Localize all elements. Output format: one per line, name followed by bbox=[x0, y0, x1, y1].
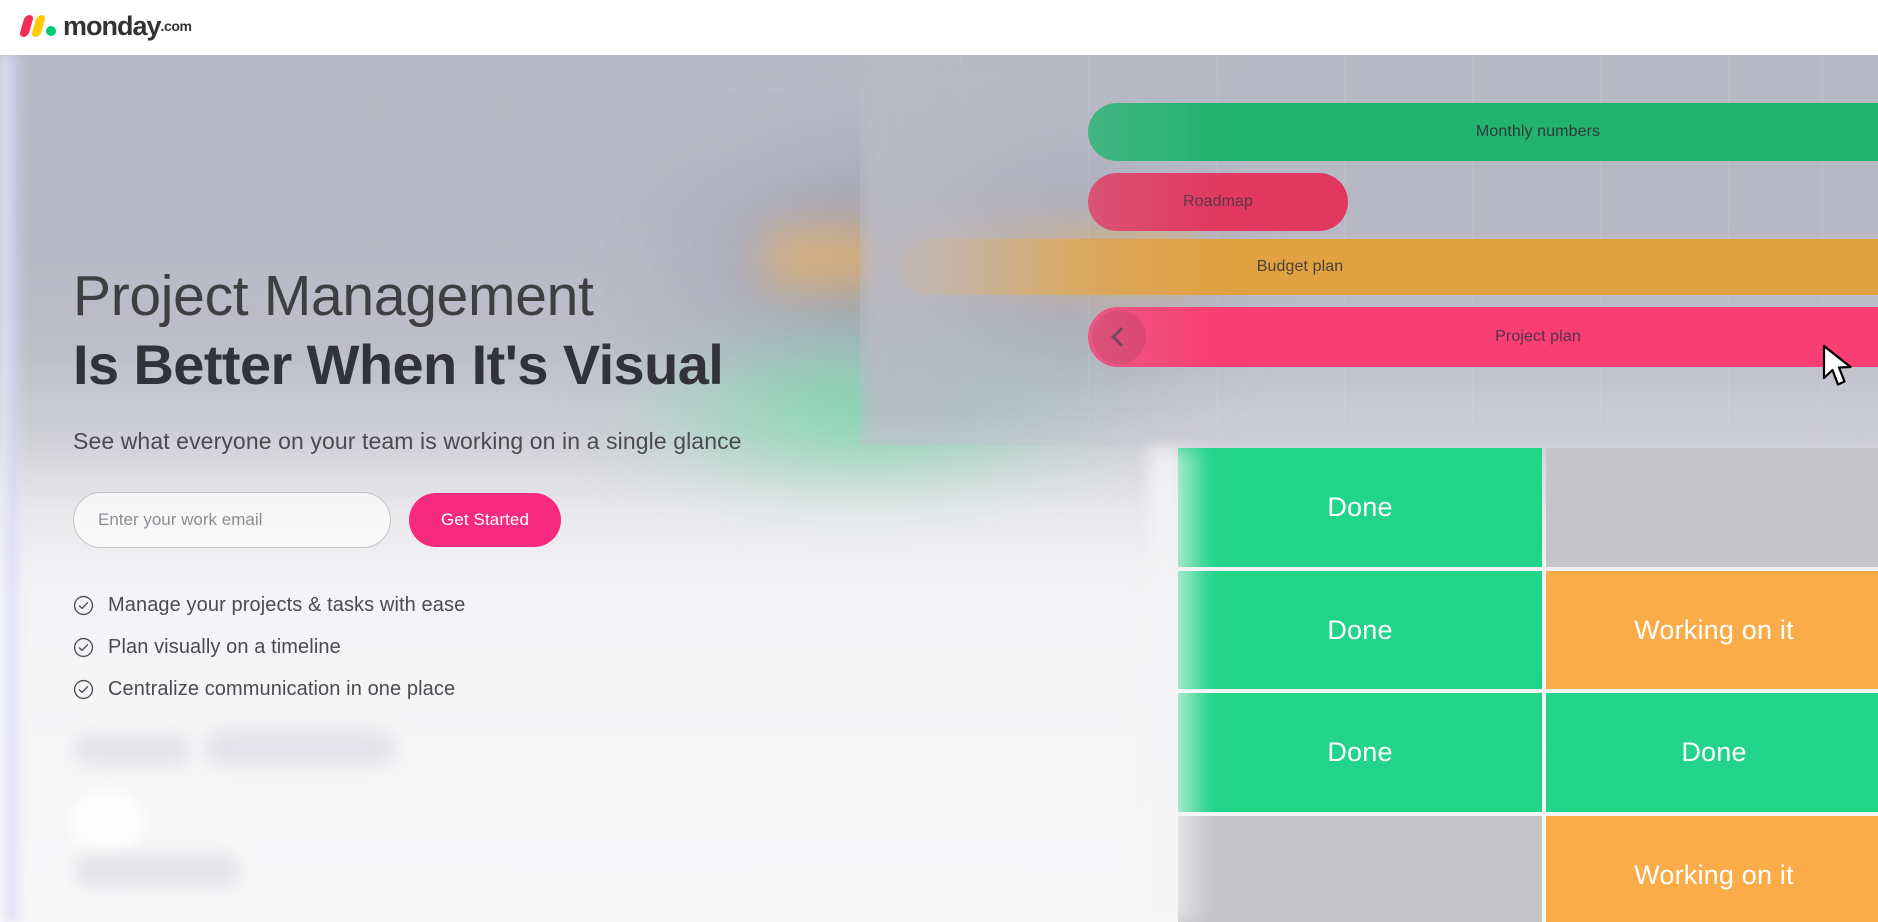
timeline-board: Monthly numbers Roadmap Budget plan Proj… bbox=[860, 55, 1878, 445]
status-cell[interactable] bbox=[1546, 448, 1878, 567]
logo-marks bbox=[18, 15, 56, 37]
timeline-bar-label: Budget plan bbox=[1256, 258, 1344, 275]
feature-label: Centralize communication in one place bbox=[108, 678, 456, 701]
timeline-bar-monthly-numbers[interactable]: Monthly numbers bbox=[1088, 103, 1878, 161]
get-started-button[interactable]: Get Started bbox=[409, 493, 562, 548]
check-circle-icon bbox=[73, 595, 94, 616]
site-header: monday .com bbox=[0, 0, 1878, 55]
timeline-bar-label: Roadmap bbox=[1182, 193, 1254, 210]
status-cell[interactable]: Done bbox=[1178, 693, 1542, 812]
list-item: Plan visually on a timeline bbox=[73, 636, 973, 659]
status-cell[interactable]: Done bbox=[1178, 571, 1542, 689]
status-cell[interactable]: Done bbox=[1546, 693, 1878, 812]
monday-logo[interactable]: monday .com bbox=[18, 9, 192, 43]
timeline-bar-label: Monthly numbers bbox=[1475, 123, 1601, 140]
logo-tld: .com bbox=[160, 18, 192, 34]
page-title-line2: Is Better When It's Visual bbox=[73, 332, 724, 396]
list-item: Centralize communication in one place bbox=[73, 678, 973, 701]
resize-handle-left[interactable] bbox=[1092, 310, 1146, 364]
page-root: monday .com Monthly numbers Roadmap Budg… bbox=[0, 0, 1878, 922]
timeline-bar-roadmap[interactable]: Roadmap bbox=[1088, 173, 1348, 231]
timeline-bar-budget-plan[interactable]: Budget plan bbox=[900, 239, 1878, 295]
feature-label: Plan visually on a timeline bbox=[108, 636, 341, 659]
feature-list: Manage your projects & tasks with ease P… bbox=[73, 594, 973, 701]
check-circle-icon bbox=[73, 637, 94, 658]
hero-subtitle: See what everyone on your team is workin… bbox=[73, 428, 742, 455]
status-cell[interactable]: Working on it bbox=[1546, 816, 1878, 922]
status-grid: Done Done Working on it Done Done Workin… bbox=[1178, 448, 1878, 922]
chevron-left-icon bbox=[1111, 327, 1131, 347]
green-dot-icon bbox=[46, 26, 56, 36]
decorative-blur-shape bbox=[75, 735, 190, 765]
feature-label: Manage your projects & tasks with ease bbox=[108, 594, 466, 617]
check-circle-icon bbox=[73, 679, 94, 700]
status-cell[interactable] bbox=[1178, 816, 1542, 922]
decorative-blur-shape bbox=[205, 730, 395, 766]
page-title-line1: Project Management bbox=[73, 264, 594, 328]
decorative-blur-shape bbox=[75, 855, 240, 887]
email-field[interactable] bbox=[73, 492, 391, 549]
status-cell[interactable]: Done bbox=[1178, 448, 1542, 567]
timeline-bar-project-plan[interactable]: Project plan bbox=[1088, 307, 1878, 367]
status-cell[interactable]: Working on it bbox=[1546, 571, 1878, 689]
list-item: Manage your projects & tasks with ease bbox=[73, 594, 973, 617]
logo-wordmark: monday bbox=[63, 10, 162, 41]
signup-form: Get Started bbox=[73, 492, 973, 549]
left-edge-accent bbox=[0, 55, 22, 922]
timeline-bar-label: Project plan bbox=[1495, 328, 1581, 345]
hero-copy: Project Management Is Better When It's V… bbox=[73, 264, 973, 701]
decorative-blur-shape bbox=[70, 790, 145, 852]
timeline-bottom-fade bbox=[860, 415, 1878, 445]
